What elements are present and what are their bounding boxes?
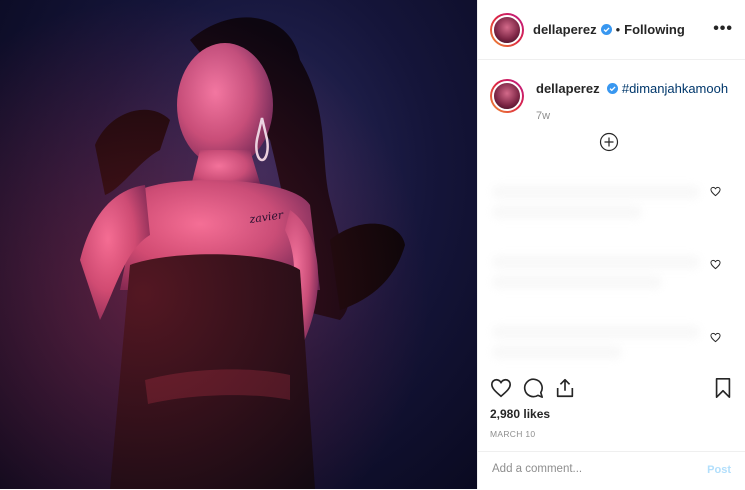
following-button[interactable]: Following: [624, 22, 685, 37]
save-bookmark-icon[interactable]: [713, 377, 733, 399]
post-comment-button[interactable]: Post: [707, 464, 731, 476]
comment-placeholder: [492, 255, 700, 269]
like-icon[interactable]: [490, 377, 512, 399]
more-options-icon[interactable]: •••: [713, 20, 733, 38]
post-photo[interactable]: zavier: [0, 0, 477, 489]
caption-verified-icon: [607, 83, 619, 94]
comment-placeholder: [492, 185, 700, 199]
caption-avatar[interactable]: [490, 79, 524, 113]
comment-input[interactable]: [490, 462, 694, 476]
caption-timestamp[interactable]: 7w: [536, 110, 728, 122]
post-details-panel: dellaperez • Following ••• dellaperez #d…: [477, 0, 745, 489]
comment-like-icon[interactable]: [710, 332, 721, 343]
author-avatar[interactable]: [490, 12, 524, 47]
comment-placeholder: [492, 345, 622, 359]
post-header: dellaperez • Following •••: [478, 0, 745, 60]
instagram-post-modal: zavier dellaperez • Following ••• dellap…: [0, 0, 745, 489]
caption-username[interactable]: dellaperez: [536, 81, 600, 96]
comment-placeholder: [492, 325, 700, 339]
author-username[interactable]: dellaperez: [533, 22, 597, 37]
comment-placeholder: [492, 205, 642, 219]
load-more-comments-icon[interactable]: [599, 132, 619, 152]
comment-placeholder: [492, 275, 662, 289]
caption-hashtag[interactable]: #dimanjahkamooh: [622, 81, 728, 96]
action-bar: [478, 375, 745, 405]
caption-text: dellaperez #dimanjahkamooh 7w: [536, 81, 728, 122]
add-comment-bar: Post: [478, 451, 745, 490]
comment-like-icon[interactable]: [710, 186, 721, 197]
header-separator: •: [615, 22, 621, 37]
photo-illustration: zavier: [0, 0, 477, 489]
verified-badge-icon: [600, 24, 612, 35]
caption-row: dellaperez #dimanjahkamooh 7w: [490, 79, 728, 122]
likes-count[interactable]: 2,980 likes: [490, 407, 550, 421]
comment-icon[interactable]: [522, 377, 544, 399]
share-icon[interactable]: [554, 377, 576, 399]
comment-like-icon[interactable]: [710, 259, 721, 270]
post-date[interactable]: MARCH 10: [490, 429, 535, 439]
